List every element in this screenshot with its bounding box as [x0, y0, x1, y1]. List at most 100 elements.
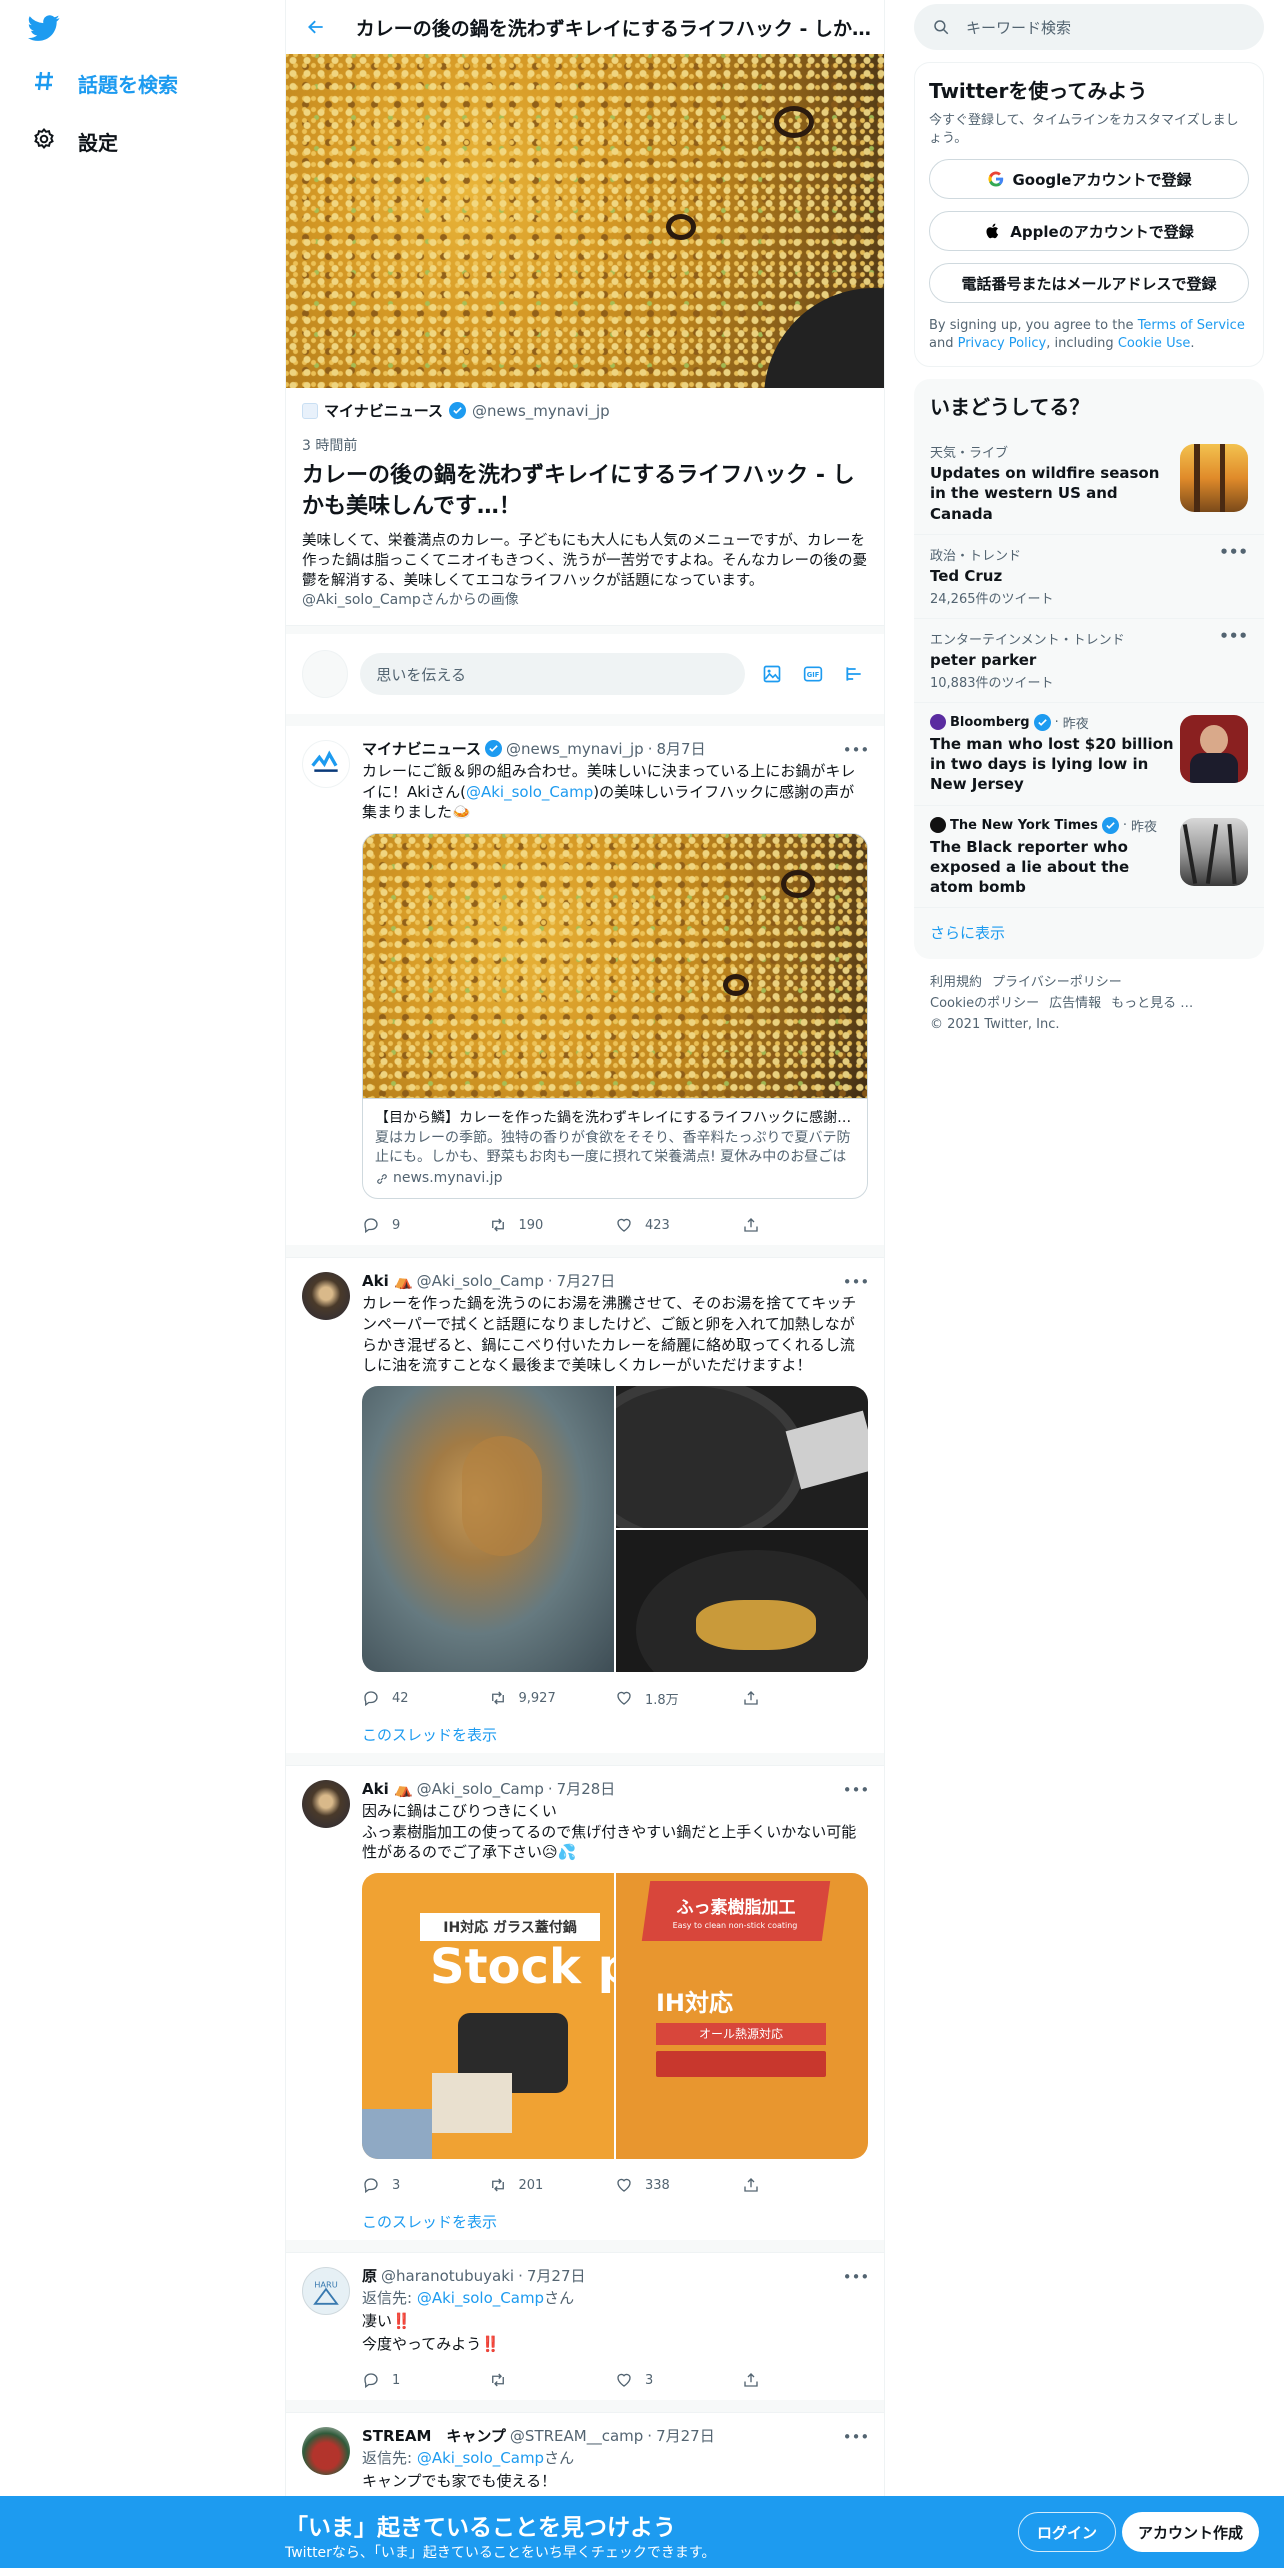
- tweet-author-handle[interactable]: @Aki_solo_Camp: [417, 1272, 544, 1290]
- tweet[interactable]: ••• Aki ⛺ @Aki_solo_Camp · 7月27日 カレーを作った…: [286, 1258, 884, 1767]
- footer-cookie-link[interactable]: Cookieのポリシー: [930, 996, 1039, 1011]
- trend-item[interactable]: The New York Times · 昨夜 The Black report…: [914, 804, 1264, 908]
- tweet-date[interactable]: 7月28日: [557, 1778, 616, 1799]
- tweet[interactable]: ••• STREAM キャンプ @STREAM__camp · 7月27日 返信…: [286, 2413, 884, 2501]
- show-thread-link[interactable]: このスレッドを表示: [362, 1718, 868, 1753]
- google-signup-button[interactable]: Googleアカウントで登録: [929, 159, 1249, 200]
- google-icon: [987, 171, 1003, 187]
- like-button[interactable]: 3: [615, 2371, 742, 2389]
- footer-more-link[interactable]: もっと見る …: [1111, 996, 1193, 1011]
- retweet-button[interactable]: 201: [489, 2176, 616, 2194]
- like-button[interactable]: 1.8万: [615, 1689, 742, 1708]
- tweet-author-handle[interactable]: @news_mynavi_jp: [506, 740, 644, 758]
- tweet-photo[interactable]: [362, 1386, 614, 1673]
- cookie-link[interactable]: Cookie Use: [1118, 336, 1191, 351]
- create-account-button[interactable]: アカウント作成: [1122, 2512, 1260, 2552]
- nav-settings[interactable]: 設定: [32, 116, 118, 166]
- more-options-icon[interactable]: •••: [843, 2425, 870, 2449]
- retweet-button[interactable]: 190: [489, 1216, 616, 1234]
- like-button[interactable]: 338: [615, 2176, 742, 2194]
- share-button[interactable]: [742, 2371, 869, 2389]
- tweet-date[interactable]: 8月7日: [656, 738, 705, 759]
- search-input[interactable]: キーワード検索: [914, 4, 1264, 50]
- reply-suffix: さん: [544, 2449, 575, 2468]
- gif-icon[interactable]: GIF: [798, 659, 827, 689]
- reply-count: 42: [392, 1690, 409, 1706]
- reply-button[interactable]: 42: [362, 1689, 489, 1707]
- avatar[interactable]: HARU: [302, 2267, 350, 2316]
- share-button[interactable]: [742, 1689, 869, 1707]
- tweet-date[interactable]: 7月27日: [656, 2425, 715, 2446]
- tweet-photo[interactable]: [616, 1386, 868, 1529]
- more-options-icon[interactable]: •••: [843, 2265, 870, 2289]
- tweet-author-handle[interactable]: @STREAM__camp: [510, 2427, 643, 2445]
- article-summary[interactable]: マイナビニュース @news_mynavi_jp 3 時間前 カレーの後の鍋を洗…: [286, 388, 884, 627]
- tweet-photo[interactable]: ふっ素樹脂加工 Easy to clean non-stick coating …: [616, 1873, 868, 2160]
- reply-to-link[interactable]: @Aki_solo_Camp: [417, 2289, 544, 2307]
- privacy-link[interactable]: Privacy Policy: [958, 336, 1047, 351]
- phone-signup-label: 電話番号またはメールアドレスで登録: [961, 274, 1217, 293]
- verified-badge-icon: [484, 740, 502, 758]
- reply-button[interactable]: 3: [362, 2176, 489, 2194]
- tweet[interactable]: ••• マイナビニュース @news_mynavi_jp · 8月7日 カレーに…: [286, 726, 884, 1259]
- search-icon: [934, 20, 949, 35]
- poll-icon[interactable]: [839, 659, 868, 689]
- compose-input[interactable]: 思いを伝える: [360, 653, 746, 696]
- tweet[interactable]: ••• Aki ⛺ @Aki_solo_Camp · 7月28日 因みに鍋はこび…: [286, 1766, 884, 2254]
- reply-to-link[interactable]: @Aki_solo_Camp: [417, 2449, 544, 2467]
- avatar[interactable]: [302, 1272, 350, 1321]
- trend-item[interactable]: ••• エンターテインメント・トレンド peter parker 10,883件…: [914, 617, 1264, 702]
- tweet[interactable]: HARU ••• 原 @haranotubuyaki · 7月27日 返信先: …: [286, 2253, 884, 2414]
- trend-category: 政治・トレンド: [930, 548, 1022, 564]
- apple-signup-button[interactable]: Appleのアカウントで登録: [929, 211, 1249, 252]
- terms-link[interactable]: Terms of Service: [1138, 318, 1245, 333]
- reply-count: 1: [392, 2372, 401, 2388]
- like-button[interactable]: 423: [615, 1216, 742, 1234]
- retweet-button[interactable]: [489, 2371, 616, 2389]
- footer-terms-link[interactable]: 利用規約: [930, 975, 982, 990]
- article-hero-image[interactable]: [286, 54, 884, 388]
- tweet-author-name[interactable]: マイナビニュース: [362, 738, 481, 759]
- login-button[interactable]: ログイン: [1018, 2512, 1117, 2552]
- tweet-photo[interactable]: [616, 1530, 868, 1673]
- tweet-photo[interactable]: IH対応 ガラス蓋付鍋 Stock p: [362, 1873, 614, 2160]
- avatar[interactable]: [302, 1780, 350, 1829]
- footer-ads-link[interactable]: 広告情報: [1049, 996, 1101, 1011]
- more-options-icon[interactable]: •••: [843, 1270, 870, 1294]
- tweet-date[interactable]: 7月27日: [527, 2265, 586, 2286]
- mention-link[interactable]: @Aki_solo_Camp: [466, 783, 593, 801]
- link-card[interactable]: 【目から鱗】カレーを作った鍋を洗わずキレイにするライフハックに感謝の声！ 夏はカ…: [362, 833, 868, 1200]
- avatar[interactable]: [302, 2427, 350, 2476]
- phone-signup-button[interactable]: 電話番号またはメールアドレスで登録: [929, 263, 1249, 304]
- share-button[interactable]: [742, 2176, 869, 2194]
- twitter-logo-icon[interactable]: [28, 12, 68, 52]
- signup-subtitle: 今すぐ登録して、タイムラインをカスタマイズしましょう。: [929, 113, 1239, 146]
- trend-item[interactable]: 天気・ライブ Updates on wildfire season in the…: [914, 432, 1264, 534]
- back-arrow-icon[interactable]: [298, 9, 334, 45]
- tweet-date[interactable]: 7月27日: [557, 1270, 616, 1291]
- tweet-author-handle[interactable]: @haranotubuyaki: [381, 2267, 514, 2285]
- trend-item[interactable]: ••• 政治・トレンド Ted Cruz 24,265件のツイート: [914, 533, 1264, 618]
- trend-thumbnail: [1180, 444, 1248, 513]
- footer-privacy-link[interactable]: プライバシーポリシー: [992, 975, 1122, 990]
- more-options-icon[interactable]: •••: [1219, 627, 1248, 645]
- tweet-author-name[interactable]: STREAM キャンプ: [362, 2425, 506, 2446]
- image-icon[interactable]: [757, 659, 786, 689]
- tweet-author-handle[interactable]: @Aki_solo_Camp: [417, 1780, 544, 1798]
- show-more-link[interactable]: さらに表示: [914, 907, 1264, 959]
- share-button[interactable]: [742, 1216, 869, 1234]
- more-options-icon[interactable]: •••: [843, 738, 870, 762]
- avatar[interactable]: [302, 740, 350, 789]
- more-options-icon[interactable]: •••: [1219, 543, 1248, 561]
- more-options-icon[interactable]: •••: [843, 1778, 870, 1802]
- tweet-author-name[interactable]: Aki ⛺: [362, 1780, 413, 1798]
- reply-button[interactable]: 9: [362, 1216, 489, 1234]
- tweet-author-name[interactable]: 原: [362, 2265, 377, 2286]
- show-thread-link[interactable]: このスレッドを表示: [362, 2205, 868, 2240]
- reply-button[interactable]: 1: [362, 2371, 489, 2389]
- retweet-button[interactable]: 9,927: [489, 1689, 616, 1707]
- signup-panel: Twitterを使ってみよう 今すぐ登録して、タイムラインをカスタマイズしましょ…: [914, 62, 1264, 368]
- nav-explore[interactable]: 話題を検索: [32, 58, 178, 108]
- tweet-author-name[interactable]: Aki ⛺: [362, 1272, 413, 1290]
- trend-item[interactable]: Bloomberg · 昨夜 The man who lost $20 bill…: [914, 701, 1264, 805]
